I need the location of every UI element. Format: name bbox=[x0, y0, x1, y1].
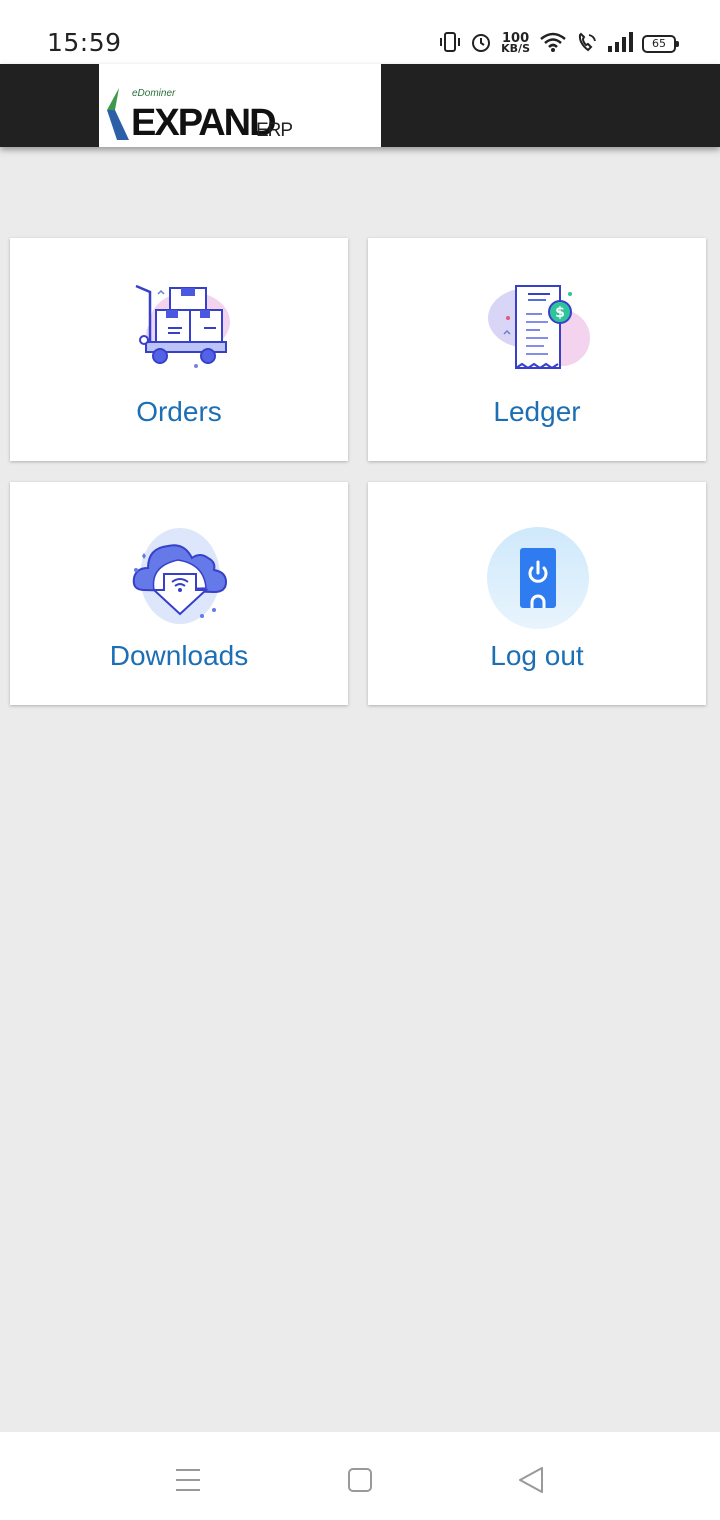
ledger-label: Ledger bbox=[493, 396, 581, 427]
status-icons: 100 KB/S 65 bbox=[439, 30, 679, 58]
battery-icon: 65 bbox=[642, 35, 679, 53]
orders-label: Orders bbox=[136, 396, 222, 427]
downloads-label: Downloads bbox=[109, 640, 249, 671]
logo-main-text: EXPAND bbox=[131, 102, 277, 144]
alarm-icon bbox=[470, 31, 492, 58]
ledger-tile[interactable]: $ Ledger bbox=[368, 238, 706, 461]
orders-tile[interactable]: Orders bbox=[10, 238, 348, 461]
receipt-icon: $ bbox=[488, 285, 590, 370]
system-nav-bar bbox=[0, 1432, 720, 1520]
logout-label: Log out bbox=[490, 640, 584, 671]
power-phone-icon bbox=[487, 527, 589, 629]
app-bar: eDominer EXPAND ERP bbox=[0, 64, 720, 147]
wifi-icon bbox=[539, 31, 567, 58]
logo-suffix-text: ERP bbox=[256, 120, 293, 141]
net-speed-unit: KB/S bbox=[501, 42, 530, 55]
menu-icon[interactable] bbox=[168, 1460, 208, 1500]
logout-tile[interactable]: Log out bbox=[368, 482, 706, 705]
vibrate-icon bbox=[439, 31, 461, 58]
logo-small-text: eDominer bbox=[132, 88, 176, 99]
logo-mark-icon bbox=[107, 88, 129, 140]
status-bar: 15:59 100 KB/S 65 bbox=[0, 0, 720, 64]
signal-icon bbox=[607, 31, 633, 58]
cloud-download-icon bbox=[132, 528, 228, 624]
back-icon[interactable] bbox=[510, 1460, 550, 1500]
cart-boxes-icon bbox=[135, 284, 230, 368]
downloads-tile[interactable]: Downloads bbox=[10, 482, 348, 705]
status-time: 15:59 bbox=[47, 28, 122, 57]
net-speed: 100 KB/S bbox=[501, 32, 530, 55]
wifi-call-icon bbox=[576, 31, 598, 58]
svg-text:$: $ bbox=[555, 305, 565, 321]
home-icon[interactable] bbox=[340, 1460, 380, 1500]
app-logo: eDominer EXPAND ERP bbox=[99, 64, 381, 147]
